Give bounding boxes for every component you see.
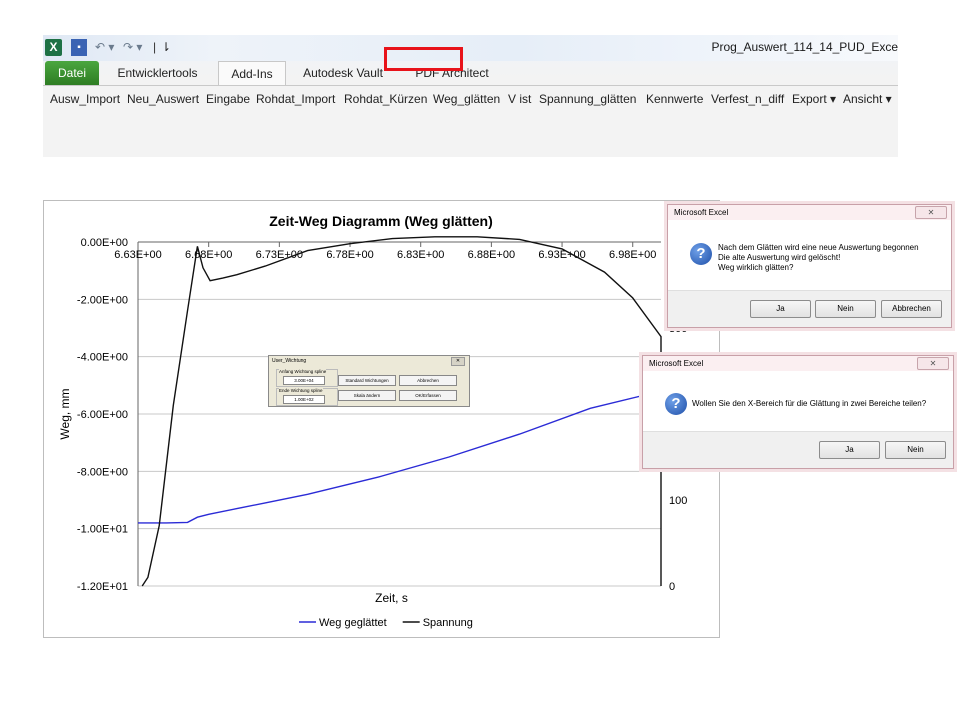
dialog-message: Nach dem Glätten wird eine neue Auswertu… [718,243,919,273]
window-title: Prog_Auswert_114_14_PUD_Exce [711,40,898,54]
cmd-rohdat-kuerzen[interactable]: Rohdat_Kürzen [344,91,427,107]
y2-tick-label: 100 [669,495,687,507]
cmd-ansicht-menu[interactable]: Ansicht ▾ [843,91,892,107]
end-weight-label: Ende Wichtung spline [279,388,323,393]
ribbon-tabs: Datei Entwicklertools Add-Ins Autodesk V… [43,61,898,86]
confirm-smoothing-dialog: Microsoft Excel ✕ ? Nach dem Glätten wir… [667,204,952,328]
start-weight-field[interactable]: 3.00E+04 [283,376,325,385]
tab-entwicklertools[interactable]: Entwicklertools [105,61,210,85]
cmd-v-ist[interactable]: V ist [508,91,531,107]
dialog-button-bar: Ja Nein Abbrechen [668,290,951,327]
message-line: Die alte Auswertung wird gelöscht! [718,253,841,262]
tab-autodesk-vault[interactable]: Autodesk Vault [293,61,393,85]
y-tick-label: -1.00E+01 [77,524,128,536]
cmd-spannung-glaetten[interactable]: Spannung_glätten [539,91,636,107]
title-bar: X ▪ ↶ ▾ ↷ ▾ | ⇂ Prog_Auswert_114_14_PUD_… [43,35,898,61]
dialog-title: Microsoft Excel [668,205,951,220]
close-icon[interactable]: ✕ [917,357,949,370]
cmd-verfest-n-diff[interactable]: Verfest_n_diff [711,91,784,107]
ok-erfassen-button[interactable]: OK/Erfassen [399,390,457,401]
cmd-export-menu[interactable]: Export ▾ [792,91,836,107]
cmd-neu-auswert[interactable]: Neu_Auswert [127,91,199,107]
message-line: Weg wirklich glätten? [718,263,794,272]
x-axis-title: Zeit, s [375,591,408,605]
ja-button[interactable]: Ja [819,441,880,459]
y2-tick-label: 0 [669,581,675,593]
nein-button[interactable]: Nein [815,300,876,318]
skala-aendern-button[interactable]: Skala ändern [338,390,396,401]
start-weight-group: Anfang Wichtung spline 3.00E+04 [276,369,338,387]
y-tick-label: -6.00E+00 [77,409,128,421]
excel-app-icon[interactable]: X [45,39,62,56]
cmd-ausw-import[interactable]: Ausw_Import [50,91,120,107]
add-ins-command-bar: Ausw_Import Neu_Auswert Eingabe Rohdat_I… [43,85,898,157]
customize-qat-icon[interactable]: ⇂ [161,39,173,56]
tab-add-ins[interactable]: Add-Ins [218,61,286,86]
dialog-title: User_Wichtung [272,358,307,364]
excel-ribbon: X ▪ ↶ ▾ ↷ ▾ | ⇂ Prog_Auswert_114_14_PUD_… [43,35,898,157]
legend-label: Spannung [423,617,473,629]
message-line: Nach dem Glätten wird eine neue Auswertu… [718,243,919,252]
end-weight-field[interactable]: 1.00E+02 [283,395,325,404]
standard-weights-button[interactable]: Standard Wichtungen [338,375,396,386]
split-range-dialog: Microsoft Excel ✕ ? Wollen Sie den X-Ber… [642,355,954,469]
zeit-weg-chart: Zeit-Weg Diagramm (Weg glätten) 0.00E+00 -… [58,213,687,629]
abbrechen-button[interactable]: Abbrechen [881,300,942,318]
y-tick-label: -1.20E+01 [77,581,128,593]
cmd-rohdat-import[interactable]: Rohdat_Import [256,91,335,107]
y-tick-label: 0.00E+00 [81,237,128,249]
qat-separator: | [153,40,157,54]
tab-datei[interactable]: Datei [45,61,99,85]
x-tick-label: 6.83E+00 [397,249,444,261]
save-icon[interactable]: ▪ [71,39,87,56]
series-line-weg-geglättet [138,390,662,524]
dialog-title: Microsoft Excel [643,356,953,371]
question-icon: ? [690,243,712,265]
undo-icon[interactable]: ↶ ▾ [95,39,121,56]
abbrechen-button[interactable]: Abbrechen [399,375,457,386]
y-tick-label: -4.00E+00 [77,352,128,364]
end-weight-group: Ende Wichtung spline 1.00E+02 [276,388,338,406]
start-weight-label: Anfang Wichtung spline [279,369,327,374]
command-highlight-box [384,47,463,71]
question-icon: ? [665,393,687,415]
x-tick-label: 6.78E+00 [326,249,373,261]
cmd-kennwerte[interactable]: Kennwerte [646,91,703,107]
chart-title: Zeit-Weg Diagramm (Weg glätten) [269,213,493,229]
x-tick-label: 6.63E+00 [114,249,161,261]
x-tick-label: 6.88E+00 [468,249,515,261]
redo-icon[interactable]: ↷ ▾ [123,39,149,56]
cmd-eingabe[interactable]: Eingabe [206,91,250,107]
ja-button[interactable]: Ja [750,300,811,318]
close-icon[interactable]: ✕ [451,357,465,366]
x-tick-label: 6.68E+00 [185,249,232,261]
x-tick-label: 6.98E+00 [609,249,656,261]
y-tick-label: -2.00E+00 [77,294,128,306]
close-icon[interactable]: ✕ [915,206,947,219]
dialog-button-bar: Ja Nein [643,431,953,468]
dialog-message: Wollen Sie den X-Bereich für die Glättun… [692,399,927,408]
chart-panel[interactable]: Zeit-Weg Diagramm (Weg glätten) 0.00E+00 -… [43,200,720,638]
cmd-weg-glaetten[interactable]: Weg_glätten [433,91,500,107]
y-tick-label: -8.00E+00 [77,466,128,478]
nein-button[interactable]: Nein [885,441,946,459]
y-axis-title: Weg, mm [58,388,72,439]
legend-label: Weg geglättet [319,617,387,629]
x-tick-label: 6.93E+00 [538,249,585,261]
user-wichtung-dialog: User_Wichtung ✕ Anfang Wichtung spline 3… [268,355,470,407]
